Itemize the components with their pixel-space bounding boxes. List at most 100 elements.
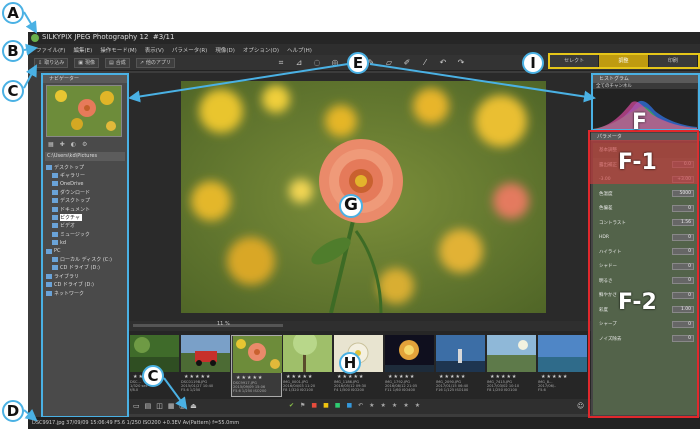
- folder-icon: [46, 164, 52, 170]
- thumbnail[interactable]: ★★★★★ DSC01198.JPG 2015/01/27 10:40 F5.6…: [180, 335, 231, 397]
- import-button[interactable]: ⇩ 取り込み: [34, 58, 69, 68]
- tree-item[interactable]: CD ドライブ (D:): [46, 264, 127, 272]
- develop-output-icon[interactable]: ⎙: [180, 402, 186, 411]
- thumbnail-selected[interactable]: ★★★★★ DSC9917.JPG 2015/09/09 15:06 F5.6 …: [231, 335, 282, 397]
- color-label-icon[interactable]: ■: [335, 402, 341, 409]
- callout-i: I: [522, 52, 544, 74]
- zoom-slider[interactable]: [133, 324, 283, 327]
- menu-options[interactable]: オプション(O): [243, 46, 279, 54]
- tree-item[interactable]: ライブラリ: [46, 272, 127, 280]
- tree-item-selected[interactable]: ピクチャ: [46, 213, 127, 222]
- menu-view[interactable]: 表示(V): [145, 46, 164, 54]
- filmstrip-view-icon[interactable]: ▤: [145, 402, 152, 411]
- menu-mode[interactable]: 操作モード(M): [100, 46, 137, 54]
- label-f: F: [632, 110, 648, 135]
- composite-button[interactable]: ▤ 合成: [104, 58, 130, 68]
- flag-icon[interactable]: ⚑: [300, 402, 305, 409]
- thumbnail-meta: IMG_7415.JPG 2017/03/02 10:10 F8 1/250 I…: [487, 380, 520, 392]
- folder-icon: [52, 223, 58, 229]
- tree-item[interactable]: デスクトップ: [46, 197, 127, 205]
- mode-print-button[interactable]: 印刷: [648, 55, 698, 67]
- color-label-icon[interactable]: ■: [346, 402, 352, 409]
- thumbnail[interactable]: ★★★★★ IMG_7415.JPG 2017/03/02 10:10 F8 1…: [486, 335, 537, 397]
- navigator-header: ナビゲーター: [43, 75, 127, 83]
- folder-icon: [52, 189, 58, 195]
- develop-button[interactable]: ▣ 現像: [74, 58, 99, 68]
- redeye-icon[interactable]: ◎: [330, 58, 340, 68]
- mode-adjust-button[interactable]: 調整: [599, 55, 649, 67]
- thumbnail[interactable]: ★★★★★ IMG_0001.JPG 2016/04/03 11:20 F8 1…: [282, 335, 333, 397]
- navigator-thumbnail[interactable]: [46, 85, 122, 137]
- tree-item[interactable]: ダウンロード: [46, 188, 127, 196]
- tree-item[interactable]: デスクトップ: [46, 163, 127, 171]
- export-icon: ↗: [139, 60, 144, 66]
- tree-item[interactable]: ビデオ: [46, 222, 127, 230]
- app-title: SILKYPIX JPEG Photography 12: [42, 33, 149, 41]
- tree-item-label: ダウンロード: [60, 189, 91, 196]
- thumbnail-meta: DSC01198.JPG 2015/01/27 10:40 F5.6 1/250: [181, 380, 214, 392]
- app-icon: [31, 34, 39, 42]
- folder-tab-icon[interactable]: ▦: [48, 141, 54, 150]
- label-f2: F-2: [618, 290, 657, 315]
- menu-develop[interactable]: 現像(D): [215, 46, 235, 54]
- tree-item[interactable]: ネットワーク: [46, 289, 127, 297]
- star-icon[interactable]: ★: [415, 402, 420, 409]
- undo-icon[interactable]: ↶: [358, 402, 363, 409]
- batch-icon[interactable]: ⏏: [190, 402, 197, 411]
- tree-item[interactable]: ローカル ディスク (C:): [46, 255, 127, 263]
- preview-area[interactable]: [129, 73, 591, 321]
- check-icon[interactable]: ✔: [289, 402, 294, 409]
- cd-drive-icon: [52, 265, 58, 271]
- thumbnail[interactable]: ★★★★★ IMG_8... 2017/06/.. F5.6: [537, 335, 588, 397]
- thumbnail[interactable]: ★★★★★ IMG_1792.JPG 2016/08/12 21:05 F11 …: [384, 335, 435, 397]
- settings-tab-icon[interactable]: ⚙: [82, 141, 87, 150]
- star-icon[interactable]: ★: [403, 402, 408, 409]
- main-photo[interactable]: [181, 81, 546, 313]
- star-icon[interactable]: ★: [369, 402, 374, 409]
- menu-file[interactable]: ファイル(F): [36, 46, 65, 54]
- other-app-label: 他のアプリ: [145, 60, 171, 66]
- tree-item[interactable]: ギャラリー: [46, 171, 127, 179]
- star-icon[interactable]: ★: [381, 402, 386, 409]
- eraser-icon[interactable]: ▱: [384, 58, 394, 68]
- person-icon[interactable]: ☺: [577, 402, 584, 410]
- tree-item[interactable]: CD ドライブ (D:): [46, 280, 127, 288]
- crop-icon[interactable]: ⌗: [276, 58, 286, 68]
- adjust-brush-icon[interactable]: ⁄: [420, 58, 430, 68]
- tree-item-label: OneDrive: [60, 180, 84, 187]
- folder-tree: デスクトップ ギャラリー OneDrive ダウンロード デスクトップ ドキュメ…: [43, 163, 127, 297]
- thumbnail-image: [436, 335, 485, 372]
- tree-item[interactable]: ミュージック: [46, 230, 127, 238]
- single-view-icon[interactable]: ▭: [133, 402, 140, 411]
- history-tab-icon[interactable]: ◐: [71, 141, 76, 150]
- compare-view-icon[interactable]: ◫: [156, 402, 163, 411]
- thumbnail-meta: IMG_0001.JPG 2016/04/03 11:20 F8 1/320 I…: [283, 380, 316, 392]
- menu-edit[interactable]: 編集(E): [73, 46, 92, 54]
- color-label-icon[interactable]: ■: [311, 402, 317, 409]
- grid-view-icon[interactable]: ▦: [168, 402, 175, 411]
- undo-icon[interactable]: ↶: [438, 58, 448, 68]
- callout-d: D: [2, 400, 24, 422]
- composite-label: 合成: [115, 60, 126, 66]
- picker-icon[interactable]: ✐: [402, 58, 412, 68]
- menu-parameter[interactable]: パラメータ(R): [172, 46, 207, 54]
- tree-item-label: CD ドライブ (D:): [60, 265, 100, 272]
- tree-item[interactable]: kd: [46, 239, 127, 247]
- redo-icon[interactable]: ↷: [456, 58, 466, 68]
- color-label-icon[interactable]: ■: [323, 402, 329, 409]
- tree-item[interactable]: ドキュメント: [46, 205, 127, 213]
- other-app-button[interactable]: ↗ 他のアプリ: [135, 58, 175, 68]
- tree-item[interactable]: PC: [46, 247, 127, 255]
- mode-select-button[interactable]: セレクト: [550, 55, 600, 67]
- thumbnail-meta: DSC9917.JPG 2015/09/09 15:06 F5.6 1/250 …: [233, 381, 267, 393]
- tree-item[interactable]: OneDrive: [46, 180, 127, 188]
- path-field[interactable]: C:\Users\kd\Pictures: [45, 152, 125, 161]
- favorites-tab-icon[interactable]: ✚: [60, 141, 65, 150]
- thumbnail[interactable]: ★★★★★ IMG_2090.JPG 2017/01/15 06:40 F16 …: [435, 335, 486, 397]
- menu-help[interactable]: ヘルプ(H): [287, 46, 312, 54]
- rotate-icon[interactable]: ⊿: [294, 58, 304, 68]
- thumbnail-meta: IMG_2090.JPG 2017/01/15 06:40 F16 1/125 …: [436, 380, 469, 392]
- thumbnail-meta: IMG_8... 2017/06/.. F5.6: [538, 380, 557, 392]
- star-icon[interactable]: ★: [392, 402, 397, 409]
- spot-removal-icon[interactable]: ◌: [312, 58, 322, 68]
